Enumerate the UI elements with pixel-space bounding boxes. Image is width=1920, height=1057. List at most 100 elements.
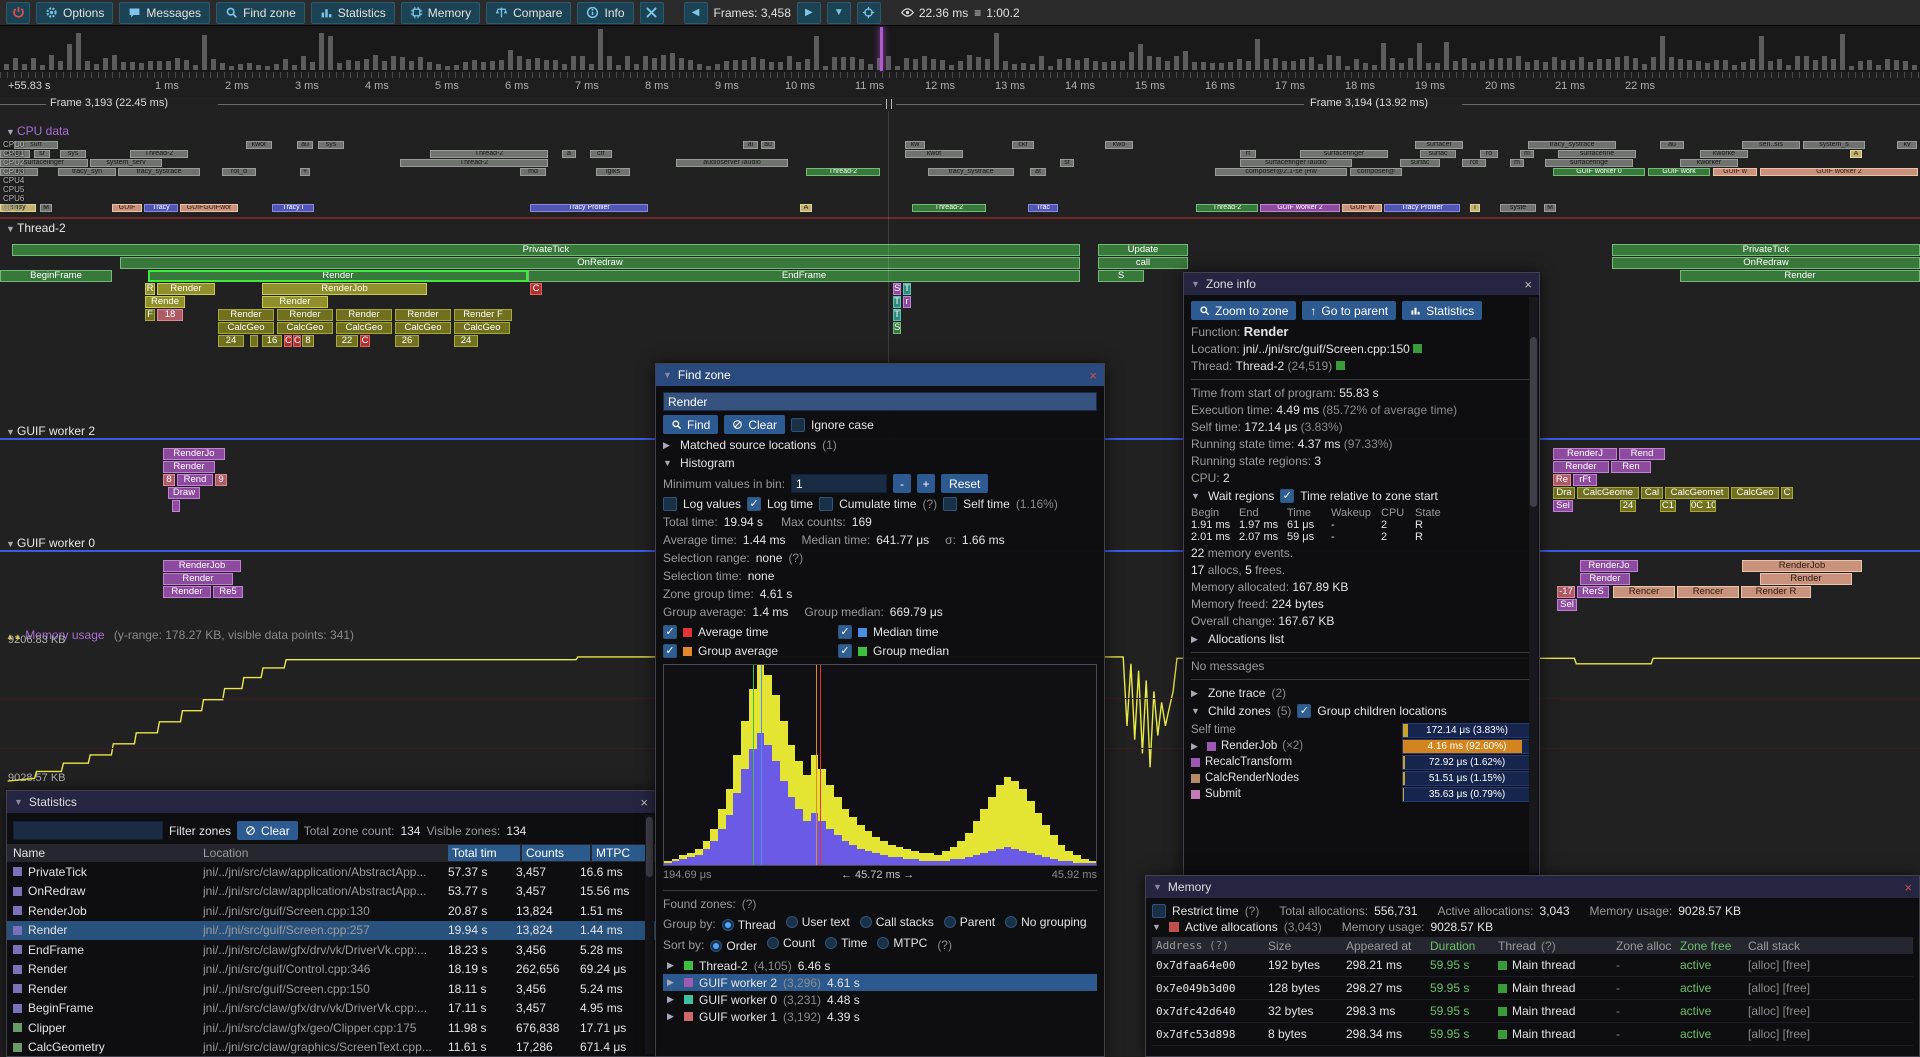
zone-call[interactable]: call: [1098, 257, 1188, 269]
frame-bar[interactable]: [1822, 56, 1827, 70]
frame-bar[interactable]: [1048, 66, 1053, 71]
frame-bar[interactable]: [679, 58, 684, 70]
goto-frame-button[interactable]: [857, 2, 881, 24]
frame-bar[interactable]: [823, 66, 828, 70]
statistics-button[interactable]: Statistics: [311, 2, 395, 24]
zone-privatetick[interactable]: PrivateTick: [12, 244, 1080, 256]
zone-guif[interactable]: GUIF: [112, 204, 142, 212]
frame-bar[interactable]: [1849, 66, 1854, 71]
frame-bar[interactable]: [373, 55, 378, 70]
log-time-checkbox[interactable]: ✓: [747, 497, 761, 511]
child-zone-row[interactable]: RecalcTransform72.92 μs (1.62%): [1191, 754, 1532, 770]
zone-sen-sis[interactable]: sen..sis: [1742, 141, 1800, 149]
frame-bar[interactable]: [148, 61, 153, 70]
frame-bar[interactable]: [517, 56, 522, 70]
frame-bar[interactable]: [1750, 59, 1755, 70]
ignore-case-checkbox[interactable]: [791, 418, 805, 432]
zone-rft[interactable]: rFt: [1573, 474, 1597, 486]
frame-bar[interactable]: [1147, 56, 1152, 70]
zone-c[interactable]: C: [293, 335, 301, 347]
frame-bar[interactable]: [1723, 60, 1728, 70]
memory-button[interactable]: Memory: [401, 2, 480, 24]
frame-bar[interactable]: [580, 56, 585, 71]
frame-bar[interactable]: [1777, 59, 1782, 70]
zone-18[interactable]: 18: [157, 309, 183, 321]
frame-bar[interactable]: [4, 64, 9, 70]
zone-c[interactable]: C: [530, 283, 542, 295]
frame-bar[interactable]: [643, 56, 648, 70]
frame-bar[interactable]: [1228, 62, 1233, 70]
zone-r[interactable]: r: [903, 296, 911, 308]
zone-thread-2[interactable]: Thread-2: [806, 168, 880, 176]
frame-bar[interactable]: [1264, 59, 1269, 70]
frame-dropdown-button[interactable]: ▼: [827, 2, 851, 24]
frame-bar[interactable]: [85, 61, 90, 70]
zone-surfacefinger-audio[interactable]: surfacefinger /audio: [1240, 159, 1352, 167]
zone-sel[interactable]: Sel: [1557, 599, 1577, 611]
frame-bar[interactable]: [427, 62, 432, 70]
frame-timeline-strip[interactable]: [0, 26, 1920, 73]
zone-au[interactable]: au: [297, 141, 313, 149]
log-values-checkbox[interactable]: [663, 497, 677, 511]
zone-16[interactable]: 16: [262, 335, 282, 347]
frame-bar[interactable]: [1372, 65, 1377, 70]
column-appeared-at[interactable]: Appeared at: [1346, 939, 1430, 953]
frame-bar[interactable]: [193, 65, 198, 70]
frame-bar[interactable]: [1516, 56, 1521, 70]
frame-bar[interactable]: [544, 60, 549, 71]
zone-audioserver-audio[interactable]: audioserver /audio: [676, 159, 788, 167]
frame-bar[interactable]: [553, 60, 558, 70]
zone-sel[interactable]: Sel: [1553, 500, 1573, 512]
frame-bar[interactable]: [220, 63, 225, 70]
child-zone-row[interactable]: Self time172.14 μs (3.83%): [1191, 722, 1532, 738]
frame-bar[interactable]: [562, 64, 567, 70]
clear-filter-button[interactable]: Clear: [237, 821, 298, 840]
frame-bar[interactable]: [1669, 57, 1674, 70]
frame-bar[interactable]: [1354, 59, 1359, 70]
zone-a[interactable]: A: [800, 204, 812, 212]
allocations-list-tree[interactable]: ▶Allocations list: [1191, 632, 1532, 646]
zone-surfacef[interactable]: surfacef: [1415, 141, 1463, 149]
close-icon[interactable]: ×: [640, 795, 648, 810]
zone-rend[interactable]: Rend: [1619, 448, 1665, 460]
frame-bar[interactable]: [1345, 66, 1350, 70]
zone-thread-2[interactable]: Thread-2: [430, 150, 548, 158]
zone-thread-2[interactable]: Thread-2: [1196, 204, 1258, 212]
frame-bar[interactable]: [1579, 57, 1584, 70]
zone-syste[interactable]: syste: [1500, 204, 1536, 212]
frame-bar[interactable]: [1138, 44, 1143, 70]
frame-bar[interactable]: [787, 56, 792, 70]
zone-endframe[interactable]: EndFrame: [528, 270, 1080, 282]
frame-bar[interactable]: [994, 33, 999, 70]
frame-bar[interactable]: [436, 64, 441, 70]
allocation-row[interactable]: 0x7dfc53d8988 bytes298.34 ms59.95 sMain …: [1152, 1023, 1913, 1046]
zone-t[interactable]: T: [903, 283, 911, 295]
frame-bar[interactable]: [616, 65, 621, 70]
time-ruler[interactable]: +55.83 s1 ms2 ms3 ms4 ms5 ms6 ms7 ms8 ms…: [0, 72, 1920, 97]
frame-bar[interactable]: [112, 55, 117, 70]
frame-bar[interactable]: [211, 59, 216, 70]
frame-bar[interactable]: [121, 62, 126, 70]
find-zone-search-input[interactable]: [663, 392, 1097, 411]
zone-statistics-button[interactable]: Statistics: [1402, 301, 1482, 320]
frame-bar[interactable]: [1201, 62, 1206, 70]
matched-locations-tree[interactable]: ▶Matched source locations(1): [663, 438, 1097, 452]
zone-render[interactable]: Render: [1580, 573, 1630, 585]
radio-option[interactable]: Time: [825, 936, 867, 950]
zone-tracy-syn[interactable]: tracy_syn: [58, 168, 116, 176]
zone-sys[interactable]: sys: [318, 141, 344, 149]
stats-table-row[interactable]: Renderjni/../jni/src/guif/Screen.cpp:150…: [7, 979, 655, 999]
zone-render[interactable]: Render: [395, 309, 451, 321]
zone-tracy-systrace[interactable]: tracy_systrace: [118, 168, 200, 176]
radio-option[interactable]: Thread: [722, 918, 776, 932]
frame-bar[interactable]: [409, 61, 414, 70]
zone-calcgeome[interactable]: CalcGeome: [1577, 487, 1639, 499]
frame-bar[interactable]: [355, 61, 360, 70]
zone-m[interactable]: M: [1544, 204, 1556, 212]
zone-f[interactable]: F: [145, 309, 155, 321]
histogram-plot[interactable]: 1 ms 10 ms: [663, 664, 1097, 866]
frame-bar[interactable]: [1327, 55, 1332, 70]
zone-system-serv[interactable]: system_serv: [90, 159, 162, 167]
frame-bar[interactable]: [301, 56, 306, 70]
child-zone-row[interactable]: Submit35.63 μs (0.79%): [1191, 786, 1532, 802]
